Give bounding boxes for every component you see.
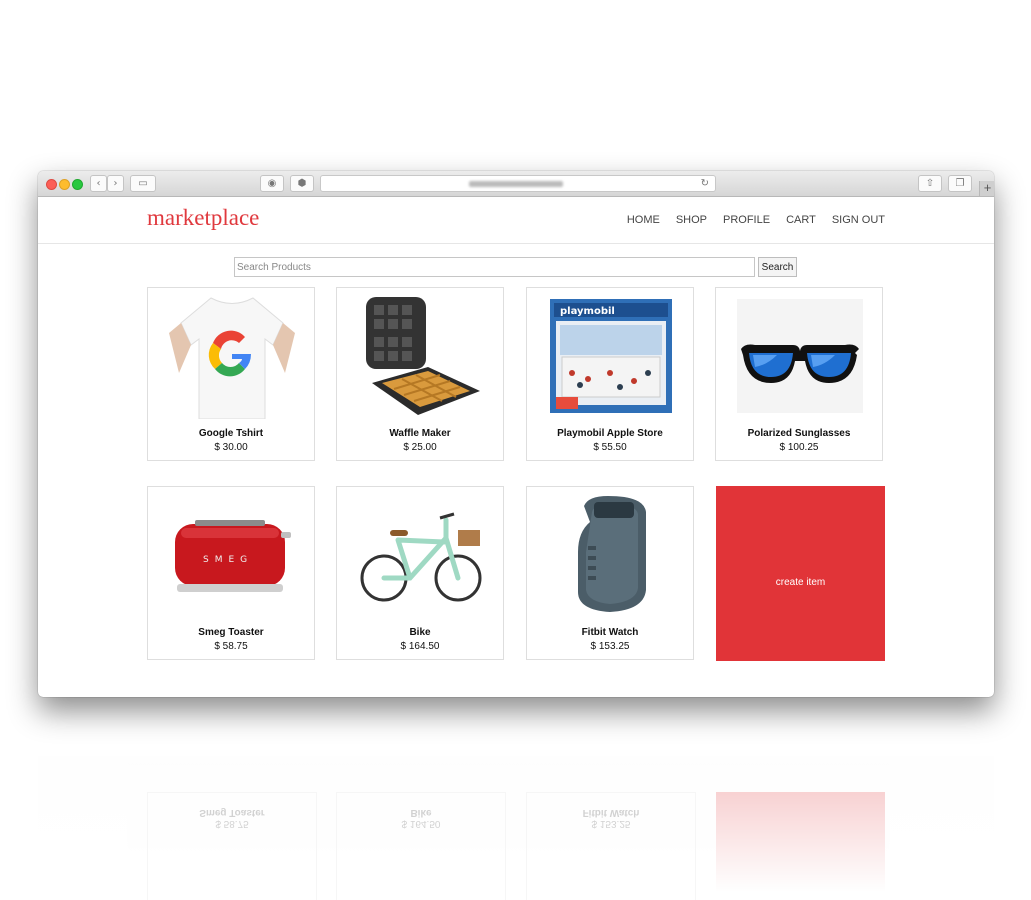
bike-image bbox=[360, 512, 482, 602]
svg-text:SMEG: SMEG bbox=[203, 555, 253, 565]
nav-shop[interactable]: SHOP bbox=[676, 214, 707, 226]
reflection-price: $ 58.75 bbox=[215, 818, 249, 829]
nav-cart[interactable]: CART bbox=[786, 214, 816, 226]
reflection-card: $ 164.50 Bike bbox=[336, 792, 506, 900]
product-price: $ 164.50 bbox=[400, 641, 440, 652]
sunglasses-image bbox=[737, 299, 863, 413]
reflection-price: $ 164.50 bbox=[401, 818, 441, 829]
nav-home[interactable]: HOME bbox=[627, 214, 660, 226]
product-price: $ 30.00 bbox=[214, 442, 248, 453]
product-price: $ 25.00 bbox=[403, 442, 437, 453]
blurred-url bbox=[469, 181, 563, 187]
new-tab-icon[interactable]: + bbox=[979, 181, 994, 196]
reflection-create-item bbox=[716, 792, 885, 900]
main-nav: HOME SHOP PROFILE CART SIGN OUT bbox=[627, 214, 885, 226]
site-header: marketplace HOME SHOP PROFILE CART SIGN … bbox=[38, 197, 994, 244]
reflection-name: Bike bbox=[410, 807, 432, 818]
product-card[interactable]: Polarized Sunglasses $ 100.25 bbox=[715, 287, 883, 461]
product-card[interactable]: Waffle Maker $ 25.00 bbox=[336, 287, 504, 461]
tabs-icon[interactable]: ❐ bbox=[948, 175, 972, 192]
search-button[interactable]: Search bbox=[758, 257, 797, 277]
reflection-price: $ 153.25 bbox=[591, 818, 631, 829]
reflection-card: $ 153.25 Fitbit Watch bbox=[526, 792, 696, 900]
product-price: $ 153.25 bbox=[590, 641, 630, 652]
toaster-image: SMEG bbox=[175, 520, 291, 592]
product-name: Google Tshirt bbox=[198, 428, 264, 439]
product-card[interactable]: Google Tshirt $ 30.00 bbox=[147, 287, 315, 461]
svg-text:playmobil: playmobil bbox=[560, 306, 615, 317]
fitbit-image bbox=[578, 496, 646, 612]
minimize-window-icon[interactable] bbox=[59, 179, 70, 190]
product-price: $ 55.50 bbox=[593, 442, 627, 453]
sidebar-icon[interactable]: ▭ bbox=[130, 175, 156, 192]
product-name: Fitbit Watch bbox=[581, 627, 639, 638]
reflection-card: $ 58.75 Smeg Toaster bbox=[147, 792, 317, 900]
product-name: Waffle Maker bbox=[389, 428, 451, 439]
nav-sign-out[interactable]: SIGN OUT bbox=[832, 214, 885, 226]
reload-icon[interactable]: ↻ bbox=[701, 176, 709, 191]
tshirt-image bbox=[169, 297, 295, 419]
window-reflection: $ 58.75 Smeg Toaster $ 164.50 Bike $ 153… bbox=[38, 756, 994, 900]
grammarly-icon[interactable]: ◉ bbox=[260, 175, 284, 192]
product-card[interactable]: Bike $ 164.50 bbox=[336, 486, 504, 660]
close-window-icon[interactable] bbox=[46, 179, 57, 190]
playmobil-box-image: playmobil bbox=[550, 299, 672, 413]
create-item-label: create item bbox=[775, 577, 826, 588]
product-card[interactable]: playmobil Playmobil Apple Store $ 55.50 bbox=[526, 287, 694, 461]
nav-profile[interactable]: PROFILE bbox=[723, 214, 770, 226]
search-input[interactable] bbox=[234, 257, 755, 277]
browser-window: ‹ › ▭ ◉ ⬢ ↻ ⇧ ❐ + marketplace HOME SHOP … bbox=[38, 171, 994, 697]
product-price: $ 100.25 bbox=[779, 442, 819, 453]
product-name: Smeg Toaster bbox=[198, 627, 264, 638]
forward-icon[interactable]: › bbox=[107, 175, 124, 192]
product-name: Playmobil Apple Store bbox=[557, 428, 663, 439]
browser-toolbar: ‹ › ▭ ◉ ⬢ ↻ ⇧ ❐ + bbox=[38, 171, 994, 197]
product-name: Polarized Sunglasses bbox=[747, 428, 851, 439]
zoom-window-icon[interactable] bbox=[72, 179, 83, 190]
reflection-name: Fitbit Watch bbox=[582, 807, 640, 818]
product-card[interactable]: Fitbit Watch $ 153.25 bbox=[526, 486, 694, 660]
share-icon[interactable]: ⇧ bbox=[918, 175, 942, 192]
create-item-button[interactable]: create item bbox=[716, 486, 885, 661]
product-name: Bike bbox=[409, 627, 431, 638]
reflection-name: Smeg Toaster bbox=[199, 807, 265, 818]
site-logo[interactable]: marketplace bbox=[147, 205, 259, 231]
back-icon[interactable]: ‹ bbox=[90, 175, 107, 192]
product-price: $ 58.75 bbox=[214, 641, 248, 652]
waffle-maker-image bbox=[366, 297, 480, 415]
adblock-icon[interactable]: ⬢ bbox=[290, 175, 314, 192]
product-card[interactable]: SMEG Smeg Toaster $ 58.75 bbox=[147, 486, 315, 660]
address-bar[interactable]: ↻ bbox=[320, 175, 716, 192]
